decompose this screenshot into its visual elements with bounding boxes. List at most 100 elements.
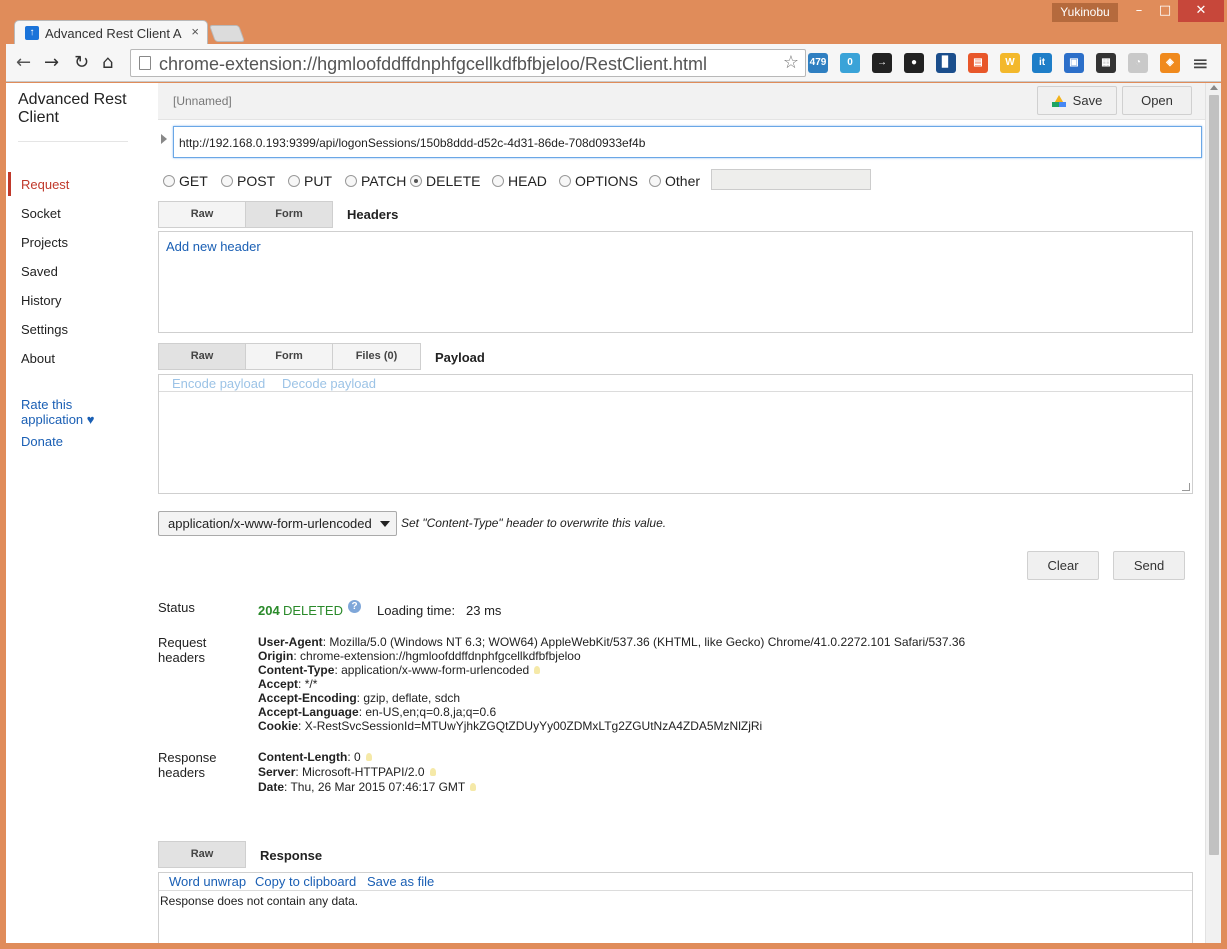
scroll-thumb[interactable] <box>1209 95 1219 855</box>
sidebar-item-settings[interactable]: Settings <box>21 322 68 337</box>
scroll-up-icon[interactable] <box>1210 85 1218 90</box>
method-patch[interactable]: PATCH <box>345 173 406 189</box>
request-header-row: User-Agent: Mozilla/5.0 (Windows NT 6.3;… <box>258 635 966 649</box>
tab-headers-form[interactable]: Form <box>245 201 333 228</box>
method-other[interactable]: Other <box>649 173 700 189</box>
film-extension-icon[interactable]: ▦ <box>1096 53 1116 73</box>
share-extension-icon[interactable]: ◈ <box>1160 53 1180 73</box>
sidebar-item-about[interactable]: About <box>21 351 55 366</box>
response-divider <box>159 890 1192 891</box>
response-headers-label: Response headers <box>158 750 217 780</box>
payload-box: Encode payload Decode payload <box>158 374 1193 494</box>
encode-payload-link[interactable]: Encode payload <box>172 376 265 391</box>
forward-icon[interactable]: → <box>44 53 59 73</box>
loading-time-value: 23 ms <box>466 603 502 618</box>
close-window-button[interactable]: ✕ <box>1178 0 1224 22</box>
clear-button[interactable]: Clear <box>1027 551 1099 580</box>
cart-icon[interactable]: ▤ <box>968 53 988 73</box>
radio-circle <box>288 175 300 187</box>
method-post[interactable]: POST <box>221 173 275 189</box>
resize-grip-icon[interactable] <box>1182 483 1190 491</box>
page-content: Advanced Rest Client Request Socket Proj… <box>6 83 1221 943</box>
add-header-link[interactable]: Add new header <box>166 239 261 254</box>
twitter-extension-icon[interactable]: 0 <box>840 53 860 73</box>
radio-circle <box>221 175 233 187</box>
browser-tab[interactable]: ↑ Advanced Rest Client A × <box>14 20 208 45</box>
tab-payload-files[interactable]: Files (0) <box>332 343 421 370</box>
bookmark-star-icon[interactable]: ☆ <box>783 52 799 73</box>
save-button[interactable]: Save <box>1037 86 1117 115</box>
hint-bulb-icon[interactable] <box>365 753 372 761</box>
url-value: http://192.168.0.193:9399/api/logonSessi… <box>179 136 646 150</box>
page-scrollbar[interactable] <box>1205 83 1221 943</box>
tab-headers-raw[interactable]: Raw <box>158 201 246 228</box>
radio-circle <box>492 175 504 187</box>
tab-close-icon[interactable]: × <box>191 24 199 39</box>
headers-title: Headers <box>347 207 399 222</box>
tab-response-raw[interactable]: Raw <box>158 841 246 868</box>
profile-badge[interactable]: Yukinobu <box>1052 3 1118 22</box>
address-bar[interactable]: chrome-extension://hgmloofddffdnphfgcell… <box>130 49 806 77</box>
minimize-button[interactable]: – <box>1126 0 1152 22</box>
arc-favicon-icon: ↑ <box>25 26 39 40</box>
sidebar-item-socket[interactable]: Socket <box>21 206 61 221</box>
method-put[interactable]: PUT <box>288 173 332 189</box>
speed-extension-icon[interactable]: ◔ <box>1128 53 1148 73</box>
save-label: Save <box>1072 93 1103 108</box>
method-options[interactable]: OPTIONS <box>559 173 638 189</box>
tab-payload-form[interactable]: Form <box>245 343 333 370</box>
sidebar-item-saved[interactable]: Saved <box>21 264 58 279</box>
payload-textarea[interactable] <box>163 395 1183 490</box>
chrome-menu-icon[interactable]: ≡ <box>1192 53 1209 73</box>
bird-extension-icon[interactable]: 479 <box>808 53 828 73</box>
status-label: Status <box>158 600 195 615</box>
google-drive-icon <box>1051 95 1066 107</box>
send-to-phone-icon[interactable]: → <box>872 53 892 73</box>
response-header-row: Server: Microsoft-HTTPAPI/2.0 <box>258 765 436 779</box>
reload-icon[interactable]: ↻ <box>74 53 89 73</box>
radio-circle <box>649 175 661 187</box>
back-icon[interactable]: ← <box>16 53 31 73</box>
open-button[interactable]: Open <box>1122 86 1192 115</box>
sidebar-item-history[interactable]: History <box>21 293 61 308</box>
app-title: Advanced Rest Client <box>18 91 127 126</box>
hint-bulb-icon[interactable] <box>429 768 436 776</box>
sidebar-divider <box>18 141 128 142</box>
tab-title: Advanced Rest Client A <box>45 26 182 41</box>
new-tab-button[interactable] <box>208 25 246 42</box>
content-type-select[interactable]: application/x-www-form-urlencoded <box>158 511 397 536</box>
url-expand-icon[interactable] <box>161 134 167 144</box>
request-title-bar: [Unnamed] Save Open <box>158 83 1218 120</box>
request-name[interactable]: [Unnamed] <box>173 94 232 108</box>
decode-payload-link[interactable]: Decode payload <box>282 376 376 391</box>
request-header-row: Origin: chrome-extension://hgmloofddffdn… <box>258 649 581 663</box>
sidebar-item-request[interactable]: Request <box>21 177 69 192</box>
hint-bulb-icon[interactable] <box>534 666 541 674</box>
headers-form-box: Add new header <box>158 231 1193 333</box>
copy-clipboard-link[interactable]: Copy to clipboard <box>255 874 356 889</box>
tab-payload-raw[interactable]: Raw <box>158 343 246 370</box>
url-input[interactable]: http://192.168.0.193:9399/api/logonSessi… <box>173 126 1202 158</box>
donate-link[interactable]: Donate <box>21 434 63 449</box>
maximize-button[interactable]: □ <box>1152 0 1178 22</box>
loading-time-label: Loading time: <box>377 603 456 618</box>
method-head[interactable]: HEAD <box>492 173 547 189</box>
method-get[interactable]: GET <box>163 173 208 189</box>
method-delete[interactable]: DELETE <box>410 173 480 189</box>
it-extension-icon[interactable]: it <box>1032 53 1052 73</box>
send-button[interactable]: Send <box>1113 551 1185 580</box>
active-indicator <box>8 172 11 196</box>
color-wheel-icon[interactable]: ● <box>904 53 924 73</box>
w-extension-icon[interactable]: W <box>1000 53 1020 73</box>
address-text[interactable]: chrome-extension://hgmloofddffdnphfgcell… <box>159 54 707 75</box>
save-as-file-link[interactable]: Save as file <box>367 874 434 889</box>
analytics-icon[interactable]: ▊ <box>936 53 956 73</box>
window-extension-icon[interactable]: ▣ <box>1064 53 1084 73</box>
home-icon[interactable]: ⌂ <box>102 53 113 73</box>
hint-bulb-icon[interactable] <box>470 783 477 791</box>
other-method-input[interactable] <box>711 169 871 190</box>
rate-app-link[interactable]: Rate this application ♥ <box>21 397 111 427</box>
help-icon[interactable]: ? <box>348 600 361 613</box>
sidebar-item-projects[interactable]: Projects <box>21 235 68 250</box>
word-unwrap-link[interactable]: Word unwrap <box>169 874 246 889</box>
